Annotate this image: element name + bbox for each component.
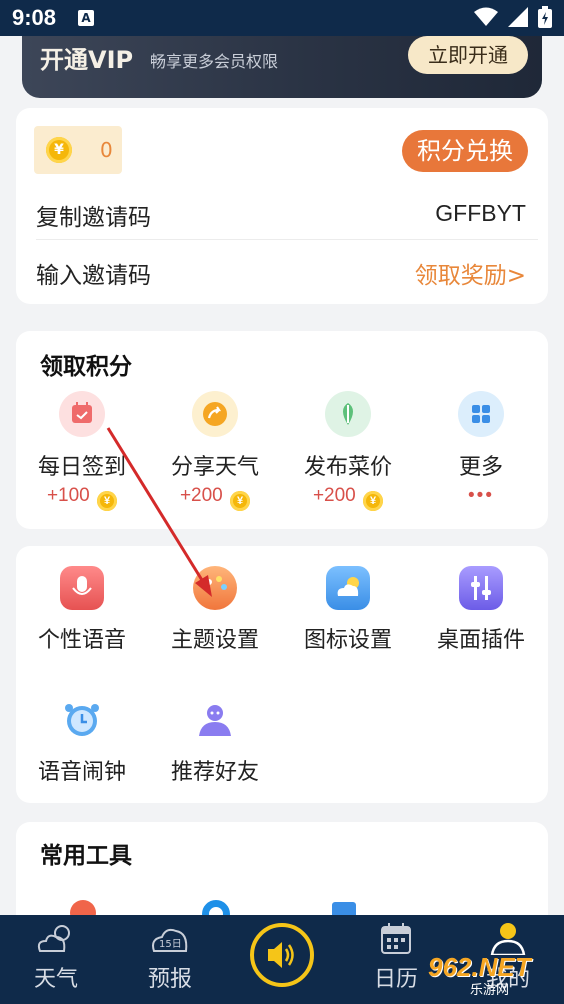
share-icon — [192, 391, 238, 437]
coin-icon: ¥ — [230, 491, 251, 511]
grid-item-voice[interactable]: 个性语音 — [16, 566, 148, 654]
grid-item-label: 个性语音 — [37, 628, 126, 653]
grid-item-label: 更多 — [458, 455, 503, 480]
exchange-points-button[interactable]: 积分兑换 — [402, 130, 528, 172]
vip-subtitle: 畅享更多会员权限 — [150, 52, 279, 71]
grid-item-voice-alarm[interactable]: 语音闹钟 — [16, 698, 148, 786]
coin-icon: ¥ — [363, 491, 384, 511]
coin-count: 0 — [100, 138, 113, 162]
points-section-title: 领取积分 — [40, 354, 132, 380]
nav-item-forecast[interactable]: 15日 预报 — [130, 921, 210, 993]
coin-balance[interactable]: ¥ 0 — [34, 126, 122, 174]
notification-icon: A — [78, 10, 94, 26]
vip-banner[interactable]: 开通VIP 畅享更多会员权限 立即开通 — [22, 36, 542, 98]
battery-icon — [538, 6, 552, 28]
common-tools-title: 常用工具 — [40, 843, 132, 869]
calendar-icon — [381, 923, 411, 954]
grid-item-more[interactable]: 更多 ••• — [415, 391, 547, 511]
signal-icon — [508, 7, 528, 27]
grid-item-daily-checkin[interactable]: 每日签到 +100 ¥ — [16, 391, 148, 511]
nav-label: 预报 — [147, 967, 192, 992]
points-reward: +100 ¥ — [16, 485, 148, 511]
grid-icon — [458, 391, 504, 437]
points-card: 领取积分 每日签到 +100 ¥ 分享天气 +200 ¥ 发布菜价 +200 ¥ — [16, 331, 548, 529]
palette-icon — [193, 566, 237, 610]
sliders-icon — [459, 566, 503, 610]
grid-item-label: 每日签到 — [37, 455, 126, 480]
grid-item-publish-price[interactable]: 发布菜价 +200 ¥ — [282, 391, 414, 511]
weather-icon — [326, 566, 370, 610]
nav-label: 天气 — [33, 967, 78, 992]
grid-item-theme[interactable]: 主题设置 — [149, 566, 281, 654]
grid-item-label: 发布菜价 — [303, 455, 392, 480]
nav-item-calendar[interactable]: 日历 — [356, 921, 436, 993]
user-icon — [490, 923, 526, 957]
voice-broadcast-button[interactable] — [250, 923, 314, 987]
grid-item-recommend-friend[interactable]: 推荐好友 — [149, 698, 281, 786]
vip-title: 开通VIP — [40, 46, 134, 74]
grid-item-icon-settings[interactable]: 图标设置 — [282, 566, 414, 654]
microphone-icon — [60, 566, 104, 610]
wifi-icon — [474, 7, 498, 26]
coin-icon: ¥ — [97, 491, 118, 511]
status-bar: 9:08 A — [0, 0, 564, 36]
enter-invite-label[interactable]: 输入邀请码 — [36, 256, 151, 290]
open-vip-button[interactable]: 立即开通 — [408, 36, 528, 74]
copy-invite-label: 复制邀请码 — [36, 205, 151, 231]
nav-item-weather[interactable]: 天气 — [16, 921, 96, 993]
status-time: 9:08 — [12, 5, 57, 30]
grid-item-widgets[interactable]: 桌面插件 — [415, 566, 547, 654]
vegetable-icon — [325, 391, 371, 437]
points-reward: +200 ¥ — [149, 485, 281, 511]
friend-icon — [193, 698, 237, 742]
status-icons — [474, 6, 552, 28]
forecast-icon: 15日 — [152, 928, 188, 952]
grid-item-label: 推荐好友 — [170, 760, 259, 785]
grid-item-label: 图标设置 — [303, 628, 392, 653]
points-reward: +200 ¥ — [282, 485, 414, 511]
watermark: 962.NET 乐游网 — [428, 952, 558, 1000]
speaker-icon — [268, 942, 294, 968]
grid-item-label: 语音闹钟 — [37, 760, 126, 785]
coin-icon: ¥ — [46, 137, 72, 163]
nav-label: 日历 — [373, 967, 418, 992]
account-card: ¥ 0 积分兑换 复制邀请码 GFFBYT 输入邀请码 领取奖励> — [16, 108, 548, 304]
claim-reward-link[interactable]: 领取奖励> — [415, 256, 526, 290]
invite-code[interactable]: GFFBYT — [435, 200, 526, 227]
cloud-sun-icon — [37, 925, 70, 952]
grid-item-share-weather[interactable]: 分享天气 +200 ¥ — [149, 391, 281, 511]
grid-item-label: 主题设置 — [170, 628, 259, 653]
grid-item-label: 分享天气 — [170, 455, 259, 480]
tools-card: 个性语音 主题设置 图标设置 桌面插件 语音闹钟 推荐好友 — [16, 546, 548, 803]
forecast-badge: 15日 — [159, 939, 182, 950]
calendar-icon — [59, 391, 105, 437]
grid-item-label: 桌面插件 — [436, 628, 525, 653]
more-dots: ••• — [468, 485, 494, 506]
alarm-clock-icon — [60, 698, 104, 742]
divider — [36, 239, 538, 240]
